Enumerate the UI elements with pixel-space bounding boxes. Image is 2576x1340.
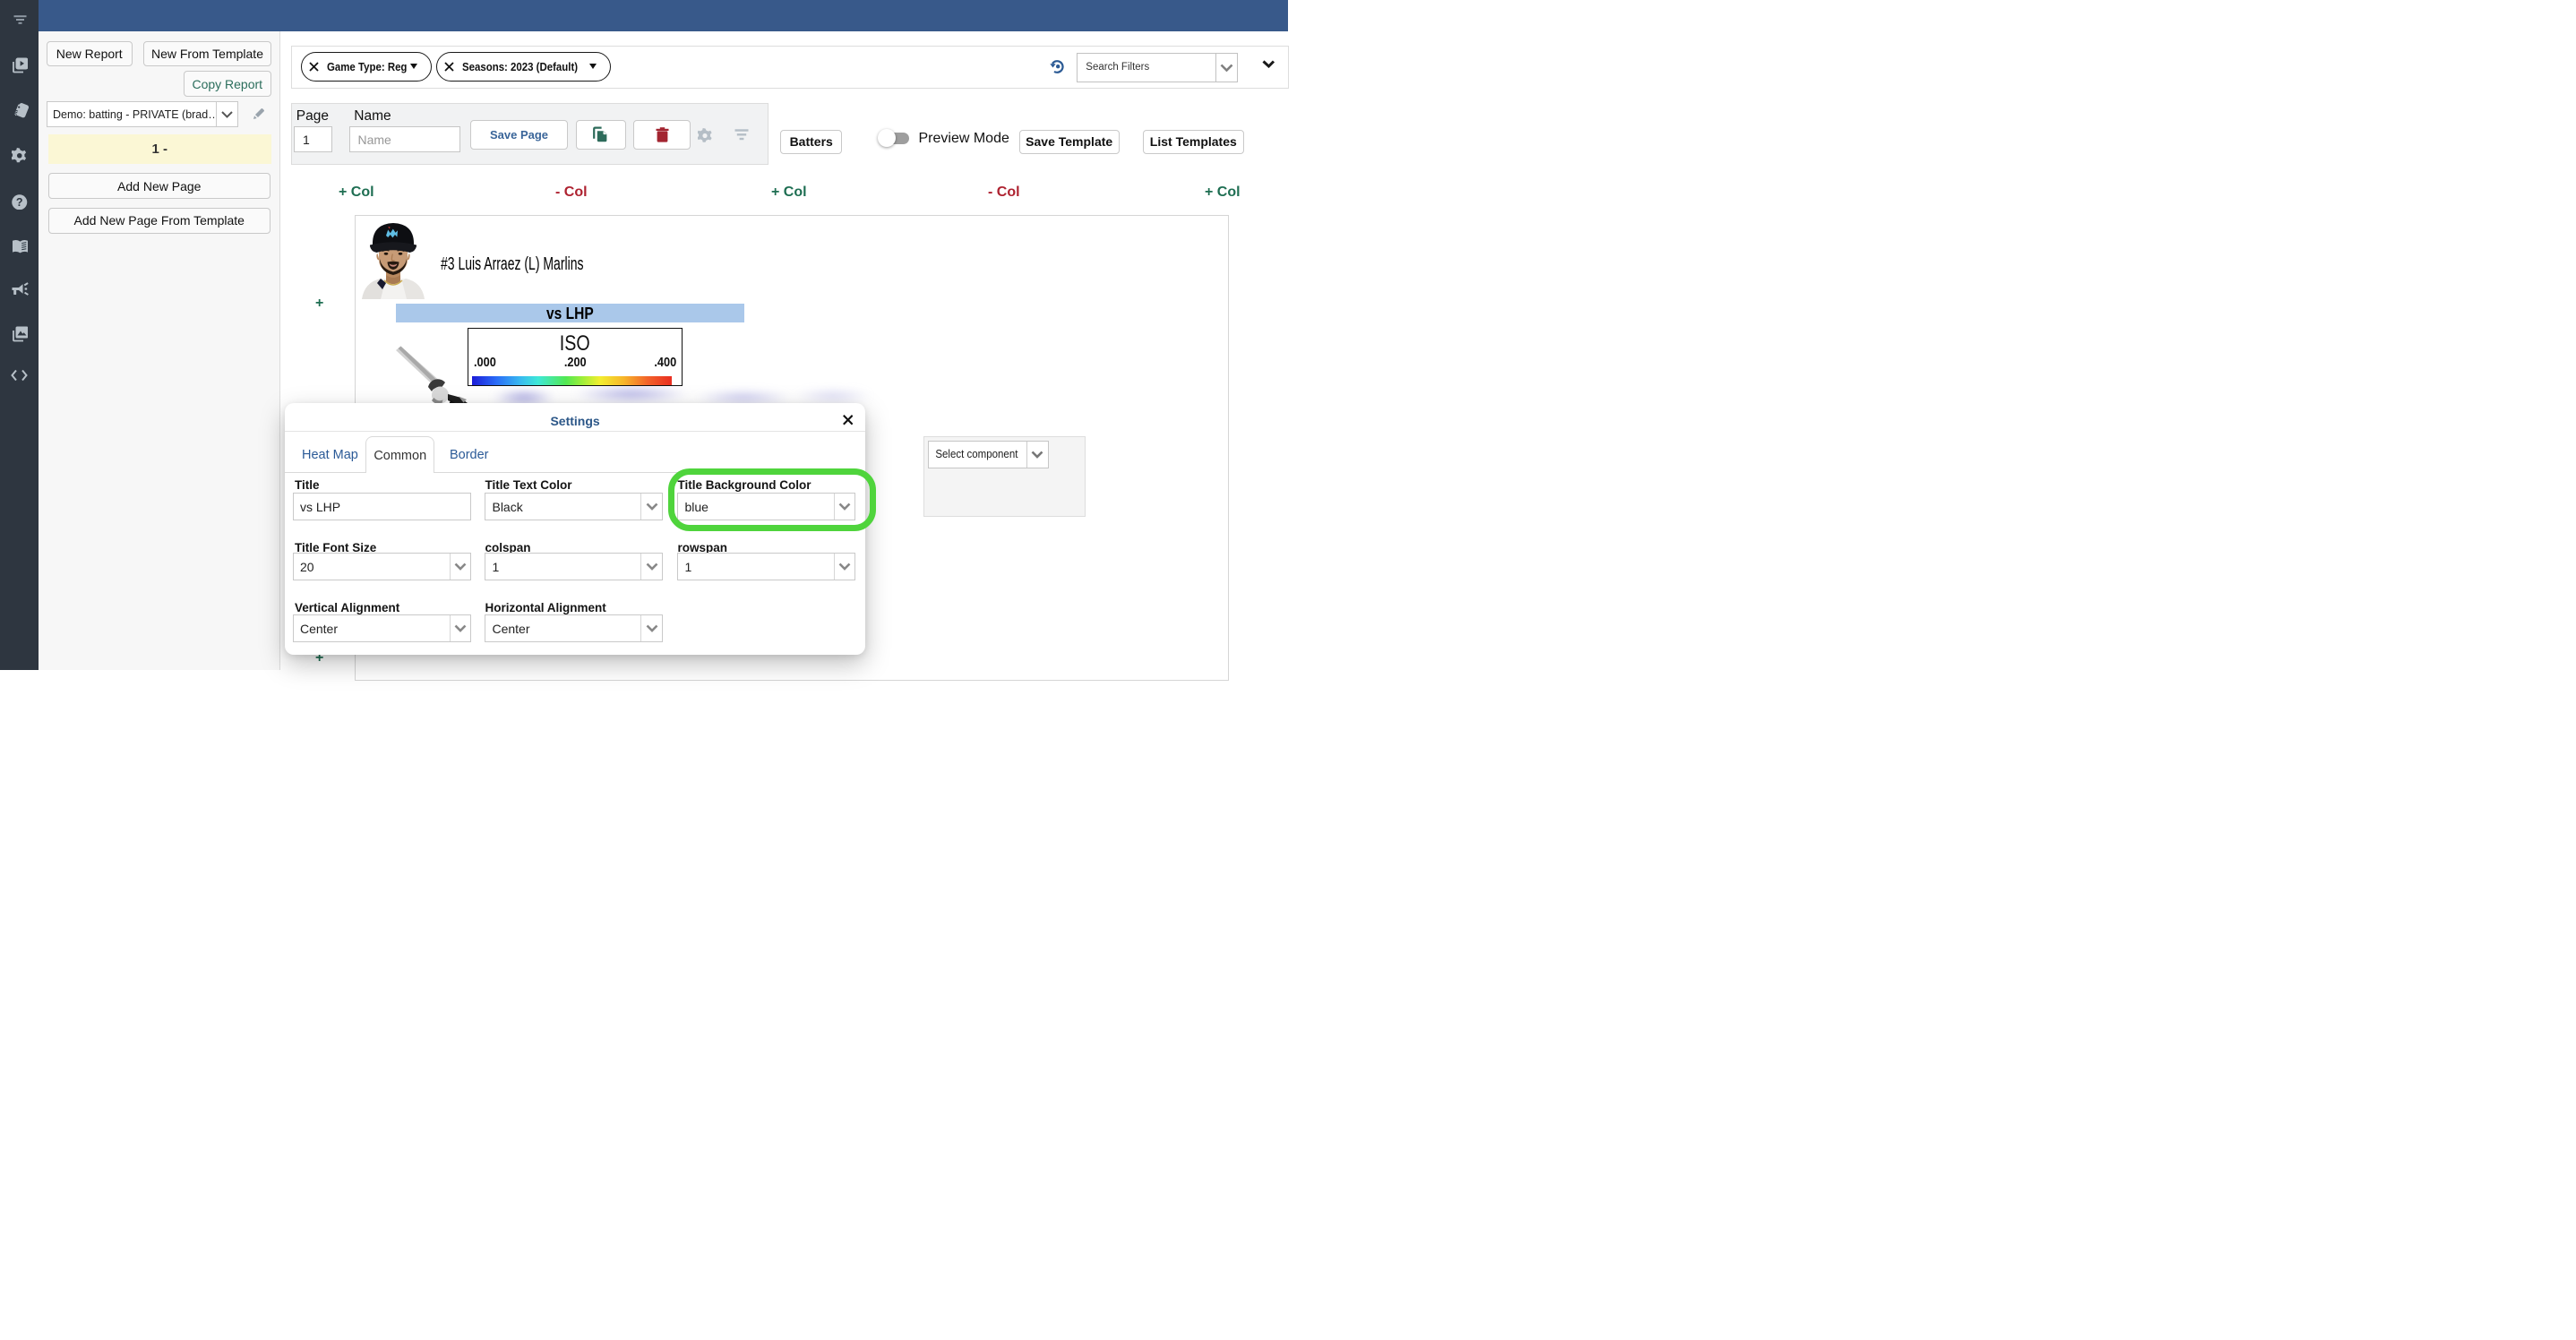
svg-text:?: ? (16, 196, 23, 209)
